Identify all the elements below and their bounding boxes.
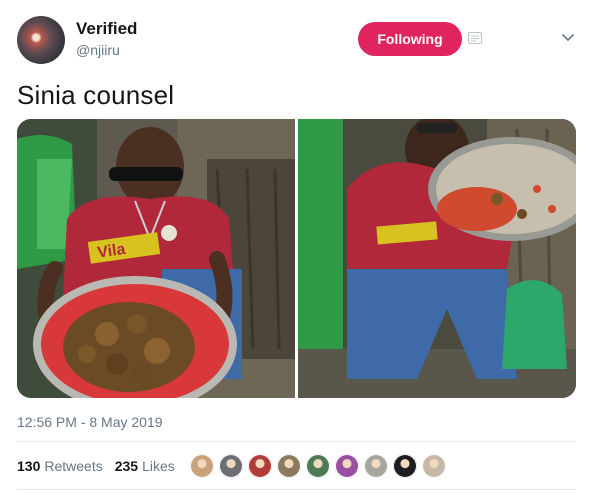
liker-avatar[interactable] [190,454,214,478]
liker-avatar[interactable] [248,454,272,478]
photo-right [298,119,576,398]
media-photos: Vila [17,119,576,398]
author-display-name[interactable]: Verified [76,19,137,39]
divider-top [17,441,576,442]
tweet-stats: 130 Retweets 235 Likes [17,458,175,474]
tweet-media[interactable]: Vila [17,119,576,398]
likes-stat[interactable]: 235 Likes [115,458,175,474]
liker-avatar[interactable] [422,454,446,478]
chevron-down-icon[interactable] [562,34,574,42]
following-button[interactable]: Following [358,22,462,56]
retweets-label: Retweets [44,458,103,474]
likes-label: Likes [142,458,175,474]
tweet-text: Sinia counsel [17,80,175,110]
liker-avatars [190,454,451,478]
notifications-icon[interactable] [468,32,482,44]
liker-avatar[interactable] [393,454,417,478]
author-handle[interactable]: @njiiru [76,42,120,58]
liker-avatar[interactable] [335,454,359,478]
retweets-count: 130 [17,458,41,474]
liker-avatar[interactable] [277,454,301,478]
author-avatar[interactable] [17,16,65,64]
photo-left: Vila [17,119,295,398]
divider-bottom [17,489,576,490]
liker-avatar[interactable] [306,454,330,478]
retweets-stat[interactable]: 130 Retweets [17,458,103,474]
tweet-timestamp[interactable]: 12:56 PM - 8 May 2019 [17,414,163,430]
liker-avatar[interactable] [219,454,243,478]
likes-count: 235 [114,458,139,474]
liker-avatar[interactable] [364,454,388,478]
